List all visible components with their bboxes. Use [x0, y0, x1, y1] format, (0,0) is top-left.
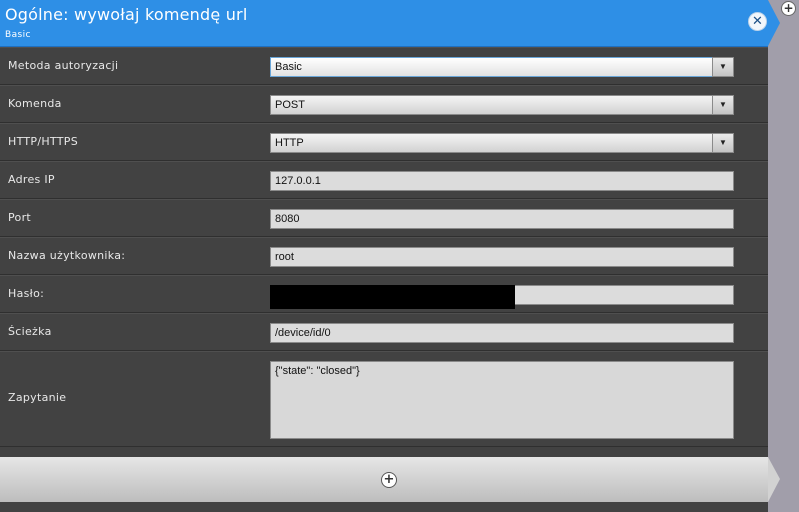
auth-method-select[interactable]: Basic ▼ [270, 57, 734, 77]
protocol-label: HTTP/HTTPS [8, 135, 78, 148]
ip-address-input[interactable]: 127.0.0.1 [270, 171, 734, 191]
dialog-header: Ogólne: wywołaj komendę url Basic ✕ [0, 0, 768, 47]
password-redaction [270, 285, 515, 309]
path-value: /device/id/0 [275, 327, 331, 339]
username-input[interactable]: root [270, 247, 734, 267]
footer-arrow-tip [768, 457, 780, 502]
username-value: root [275, 251, 294, 263]
protocol-dropdown-button[interactable]: ▼ [712, 133, 734, 153]
port-input[interactable]: 8080 [270, 209, 734, 229]
corner-add-button[interactable]: + [781, 1, 796, 16]
dialog-title: Ogólne: wywołaj komendę url [5, 5, 248, 24]
command-value: POST [275, 99, 305, 111]
auth-method-value: Basic [275, 61, 302, 73]
dialog-subtitle: Basic [5, 30, 31, 40]
port-value: 8080 [275, 213, 300, 225]
query-label: Zapytanie [8, 391, 67, 404]
auth-method-dropdown-button[interactable]: ▼ [712, 57, 734, 77]
row-path: Ścieżka /device/id/0 [0, 313, 768, 351]
close-button[interactable]: ✕ [748, 12, 767, 31]
dialog-panel: Ogólne: wywołaj komendę url Basic ✕ Meto… [0, 0, 768, 512]
command-select[interactable]: POST ▼ [270, 95, 734, 115]
auth-method-label: Metoda autoryzacji [8, 59, 119, 72]
chevron-down-icon: ▼ [719, 100, 727, 109]
path-label: Ścieżka [8, 325, 52, 338]
plus-icon: + [783, 1, 794, 15]
port-label: Port [8, 211, 32, 224]
ip-address-value: 127.0.0.1 [275, 175, 321, 187]
plus-icon: + [383, 472, 395, 487]
row-query: Zapytanie {"state": "closed"} [0, 351, 768, 447]
query-textarea[interactable]: {"state": "closed"} [270, 361, 734, 439]
footer-bar: + [0, 457, 768, 502]
row-port: Port 8080 [0, 199, 768, 237]
password-input[interactable] [270, 285, 734, 309]
row-ip-address: Adres IP 127.0.0.1 [0, 161, 768, 199]
chevron-down-icon: ▼ [719, 62, 727, 71]
protocol-select[interactable]: HTTP ▼ [270, 133, 734, 153]
row-password: Hasło: [0, 275, 768, 313]
username-label: Nazwa użytkownika: [8, 249, 126, 262]
settings-form: Metoda autoryzacji Basic ▼ Komenda POST … [0, 47, 768, 447]
row-protocol: HTTP/HTTPS HTTP ▼ [0, 123, 768, 161]
ip-address-label: Adres IP [8, 173, 55, 186]
command-dropdown-button[interactable]: ▼ [712, 95, 734, 115]
password-label: Hasło: [8, 287, 45, 300]
row-username: Nazwa użytkownika: root [0, 237, 768, 275]
header-arrow-tip [768, 0, 780, 46]
add-button[interactable]: + [381, 472, 397, 488]
row-command: Komenda POST ▼ [0, 85, 768, 123]
close-icon: ✕ [752, 14, 763, 29]
row-auth-method: Metoda autoryzacji Basic ▼ [0, 47, 768, 85]
chevron-down-icon: ▼ [719, 138, 727, 147]
path-input[interactable]: /device/id/0 [270, 323, 734, 343]
protocol-value: HTTP [275, 137, 304, 149]
command-label: Komenda [8, 97, 62, 110]
